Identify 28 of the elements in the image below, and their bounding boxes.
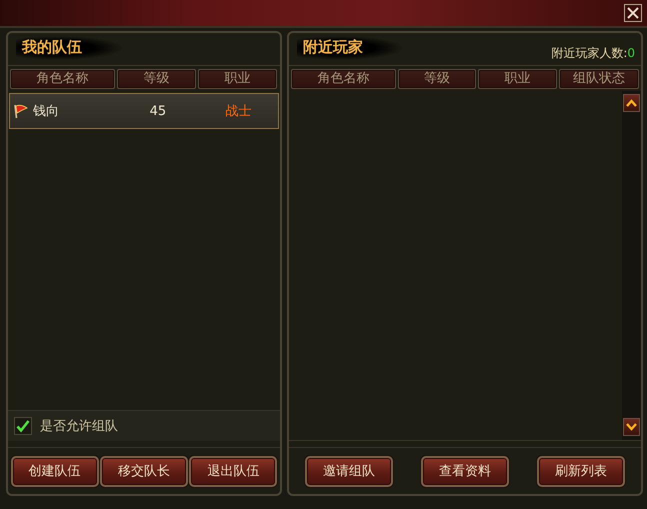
team-member-row[interactable]: 钱向 45 战士 [9,93,279,129]
action-button[interactable]: 创建队伍 [10,456,99,486]
player-count: 附近玩家人数:0 [551,45,635,62]
column-header[interactable]: 职业 [478,69,557,89]
column-header[interactable]: 职业 [198,69,277,89]
action-button[interactable]: 移交队长 [100,456,188,486]
chevron-up-icon [626,99,637,107]
action-button[interactable]: 刷新列表 [537,456,625,486]
column-header[interactable]: 组队状态 [559,69,639,89]
column-header[interactable]: 等级 [117,69,196,89]
member-class: 战士 [224,103,252,120]
checkbox[interactable] [14,417,32,435]
action-button[interactable]: 查看资料 [421,456,509,486]
action-button[interactable]: 邀请组队 [305,456,393,486]
column-header[interactable]: 角色名称 [10,69,115,89]
panel-title: 附近玩家 [297,36,403,60]
member-level: 45 [148,104,168,118]
scroll-up-button[interactable] [623,94,640,112]
checkmark-icon [16,419,30,433]
close-icon[interactable] [624,4,642,22]
scroll-down-button[interactable] [623,418,640,436]
action-button[interactable]: 退出队伍 [189,456,278,486]
column-header[interactable]: 等级 [398,69,476,89]
member-name: 钱向 [33,103,59,120]
checkbox-label: 是否允许组队 [40,418,118,435]
chevron-down-icon [626,423,637,431]
panel-title: 我的队伍 [16,36,122,60]
column-header[interactable]: 角色名称 [291,69,396,89]
